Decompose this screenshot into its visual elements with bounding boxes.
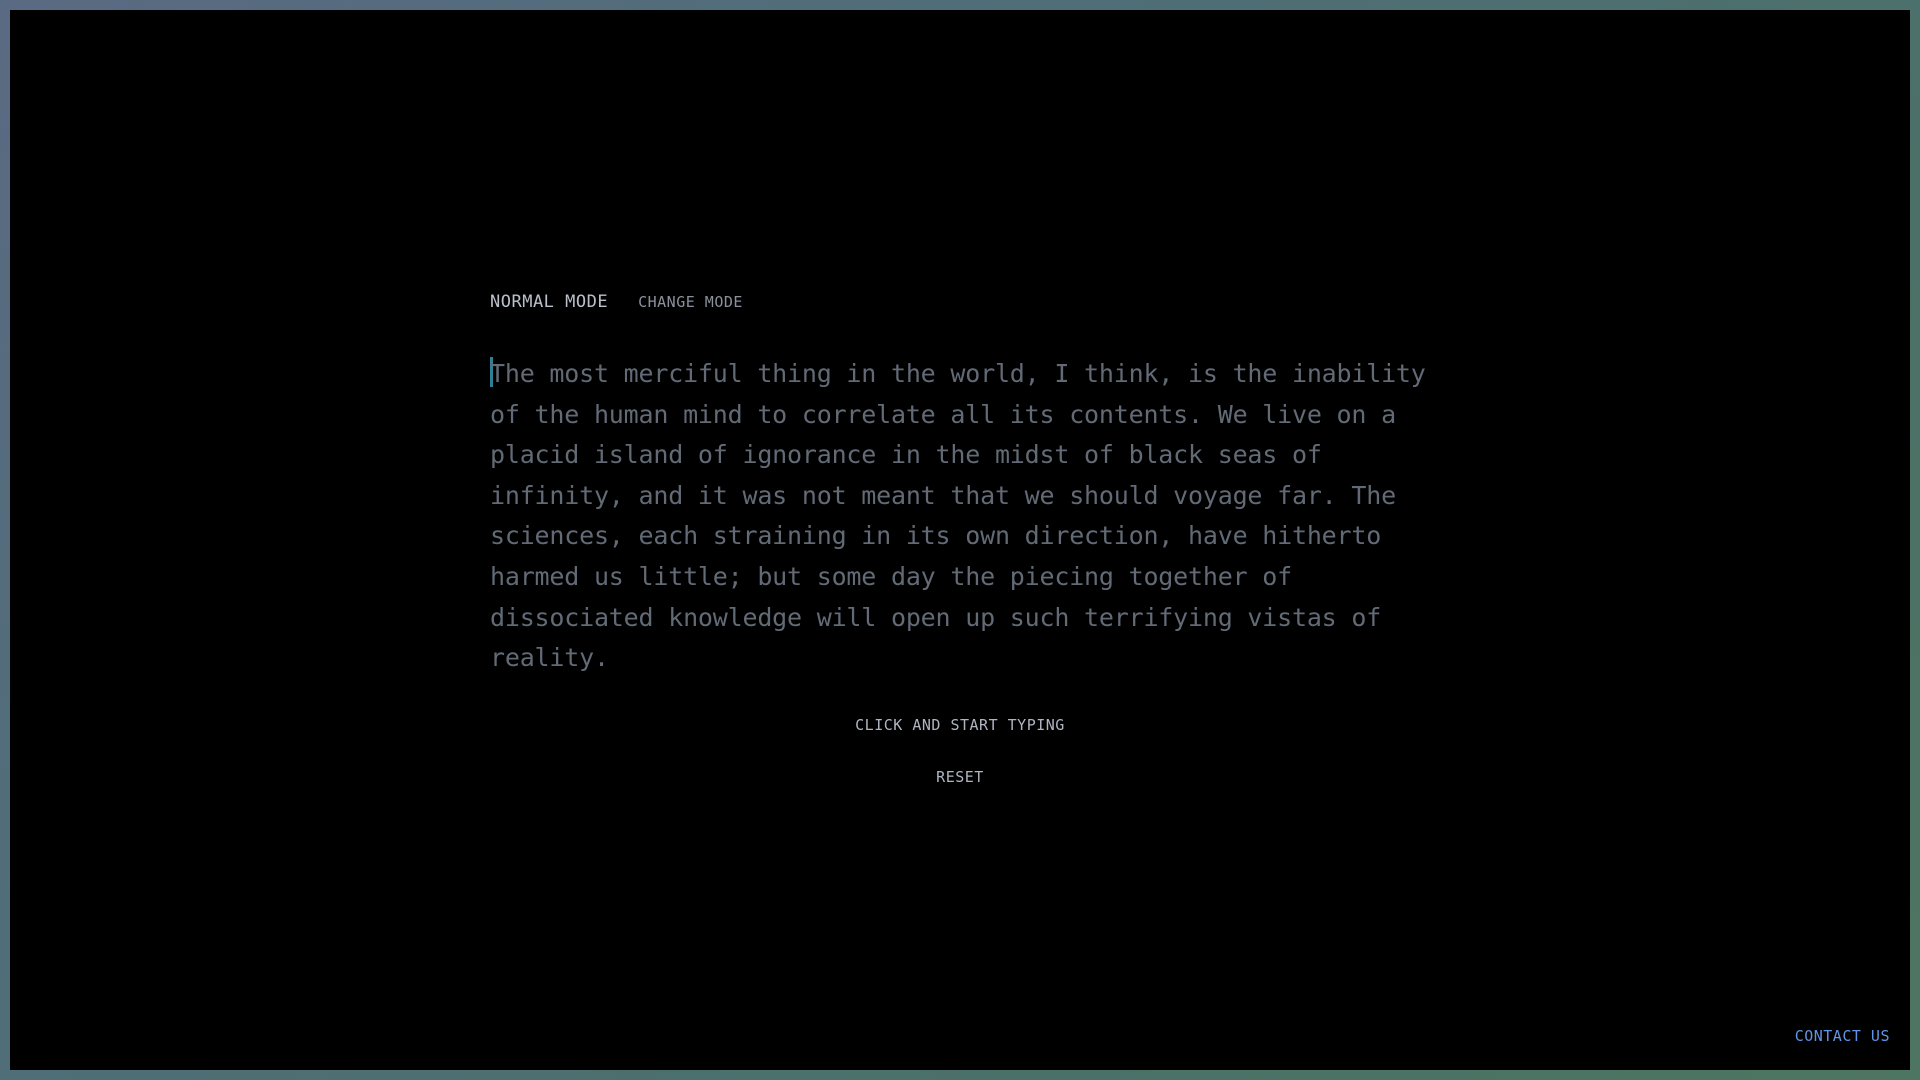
- change-mode-button[interactable]: CHANGE MODE: [638, 293, 743, 311]
- passage-text: The most merciful thing in the world, I …: [490, 359, 1426, 673]
- current-mode-label: NORMAL MODE: [490, 292, 609, 312]
- contact-us-link[interactable]: CONTACT US: [1795, 1027, 1890, 1045]
- mode-bar: NORMAL MODE CHANGE MODE: [490, 292, 743, 312]
- start-typing-hint: CLICK AND START TYPING: [855, 716, 1065, 734]
- reset-button[interactable]: RESET: [910, 768, 1010, 786]
- typing-passage[interactable]: The most merciful thing in the world, I …: [490, 354, 1430, 679]
